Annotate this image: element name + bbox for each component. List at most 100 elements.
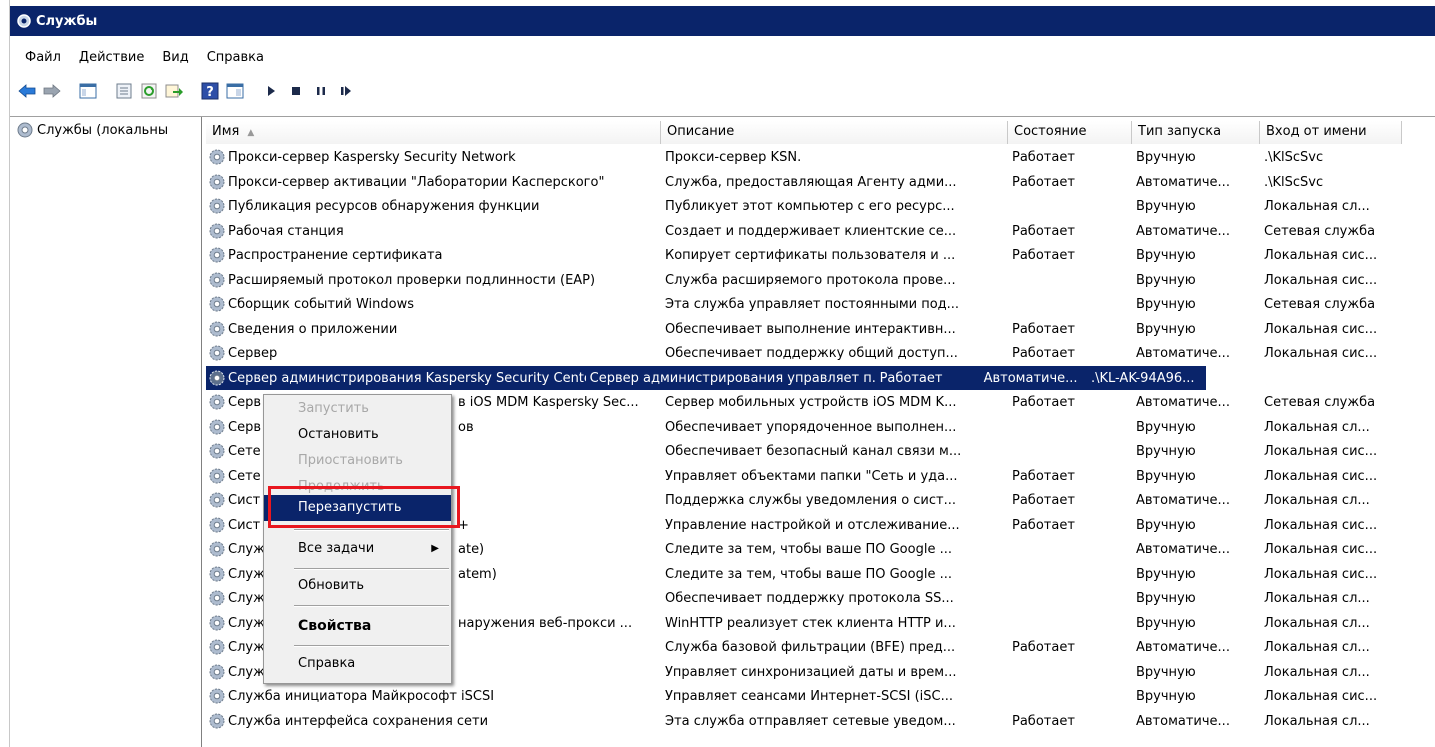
properties-button[interactable]	[113, 80, 135, 102]
services-window: Службы Файл Действие Вид Справка ? Служб…	[10, 0, 1435, 747]
table-row[interactable]: Сервер администрирования Kaspersky Secur…	[206, 366, 1206, 390]
table-row[interactable]: Служба инициатора Майкрософт iSCSI Управл…	[206, 684, 1402, 708]
service-name: Сервер администрирования Kaspersky Secur…	[228, 370, 586, 386]
service-name: Служ	[228, 541, 265, 557]
table-row[interactable]: Рабочая станция Создает и поддерживает кл…	[206, 219, 1402, 243]
table-row[interactable]: Распространение сертификата Копирует серт…	[206, 243, 1402, 267]
gear-icon	[209, 541, 225, 557]
toolbar-separator	[71, 80, 72, 102]
service-name: Публикация ресурсов обнаружения функции	[228, 198, 540, 214]
gear-icon	[209, 713, 225, 729]
service-description-cell: Управляет объектами папки "Сеть и уда...	[665, 468, 958, 484]
table-row[interactable]: Публикация ресурсов обнаружения функции П…	[206, 194, 1402, 218]
gear-icon	[209, 198, 225, 214]
view-button[interactable]	[224, 80, 246, 102]
refresh-button[interactable]	[138, 80, 160, 102]
service-startup-cell: Автоматиче...	[1136, 394, 1230, 410]
service-name: Серв	[228, 419, 261, 435]
column-header-state[interactable]: Состояние	[1008, 121, 1132, 144]
gear-icon	[209, 223, 225, 239]
service-description-cell: Следите за тем, чтобы ваше ПО Google ...	[665, 566, 952, 582]
column-header-description[interactable]: Описание	[661, 121, 1008, 144]
table-row[interactable]: Сведения о приложении Обеспечивает выполн…	[206, 317, 1402, 341]
service-name-cell: Распространение сертификата	[206, 246, 661, 264]
menu-action[interactable]: Действие	[70, 50, 153, 65]
desktop-edge	[0, 0, 10, 747]
service-name: Сборщик событий Windows	[228, 296, 414, 312]
context-menu-pause[interactable]: Приостановить	[264, 448, 451, 474]
service-description-cell: Поддержка службы уведомления о сист...	[665, 492, 957, 508]
menu-view[interactable]: Вид	[153, 50, 197, 65]
show-console-tree-button[interactable]	[77, 80, 99, 102]
service-startup-cell: Вручную	[1136, 247, 1196, 263]
table-row[interactable]: Расширяемый протокол проверки подлинност…	[206, 268, 1402, 292]
main-content: Службы (локальны Имя ▲ Описание Состояние…	[10, 116, 1435, 747]
service-startup-cell: Вручную	[1136, 296, 1196, 312]
back-button[interactable]	[16, 80, 38, 102]
service-name: Сведения о приложении	[228, 321, 398, 337]
service-name: Служба интерфейса сохранения сети	[228, 713, 489, 729]
toolbar-separator	[254, 80, 255, 102]
help-icon: ?	[201, 82, 219, 100]
start-service-button[interactable]	[260, 80, 282, 102]
restart-service-button[interactable]	[335, 80, 357, 102]
context-menu-start[interactable]: Запустить	[264, 396, 451, 422]
service-description-cell: Эта служба отправляет сетевые уведом...	[665, 713, 956, 729]
column-header-startup-type[interactable]: Тип запуска	[1132, 121, 1260, 144]
tree-item-services-local[interactable]: Службы (локальны	[16, 121, 198, 139]
service-name: Распространение сертификата	[228, 247, 443, 263]
menu-help[interactable]: Справка	[198, 50, 273, 65]
service-state-cell: Работает	[1012, 321, 1075, 337]
service-startup-cell: Вручную	[1136, 590, 1196, 606]
service-name-visible-tail: ate)	[458, 541, 485, 557]
service-startup-cell: Вручную	[1136, 468, 1196, 484]
service-state-cell: Работает	[1012, 517, 1075, 533]
gear-icon	[209, 345, 225, 361]
context-menu-properties[interactable]: Свойства	[264, 613, 451, 639]
service-logon-cell: Локальная сис...	[1264, 272, 1378, 288]
refresh-icon	[141, 83, 157, 99]
gear-icon	[209, 394, 225, 410]
table-row[interactable]: Прокси-сервер активации "Лаборатории Кас…	[206, 170, 1402, 194]
service-logon-cell: Локальная сис...	[1264, 321, 1378, 337]
help-button[interactable]: ?	[199, 80, 221, 102]
service-logon-cell: Локальная сл...	[1264, 713, 1370, 729]
export-list-button[interactable]	[163, 80, 185, 102]
column-header-logon-as[interactable]: Вход от имени	[1260, 121, 1402, 144]
table-row[interactable]: Сборщик событий Windows Эта служба управл…	[206, 292, 1402, 316]
service-description-cell: Обеспечивает поддержку общий доступ...	[665, 345, 958, 361]
context-menu-all-tasks[interactable]: Все задачи ▶	[264, 536, 451, 562]
table-row[interactable]: Прокси-сервер Kaspersky Security Network…	[206, 145, 1402, 169]
service-logon-cell: .\KlScSvc	[1264, 149, 1324, 165]
service-startup-cell: Автоматиче...	[1136, 541, 1230, 557]
service-logon-cell: .\KL-AK-94A96...	[1090, 370, 1195, 386]
context-menu-refresh[interactable]: Обновить	[264, 573, 451, 599]
service-state-cell: Работает	[1012, 713, 1075, 729]
gear-icon	[209, 688, 225, 704]
service-logon-cell: Локальная сис...	[1264, 517, 1378, 533]
service-name-visible-tail: в iOS MDM Kaspersky Sec...	[458, 394, 639, 410]
service-description-cell: Обеспечивает выполнение интерактивн...	[665, 321, 956, 337]
context-menu-help[interactable]: Справка	[264, 651, 451, 677]
service-startup-cell: Автоматиче...	[1136, 174, 1230, 190]
menu-file[interactable]: Файл	[16, 50, 70, 65]
service-name-cell: Служба интерфейса сохранения сети	[206, 712, 661, 730]
play-icon	[268, 86, 275, 96]
service-description-cell: Публикует этот компьютер с его ресурс...	[665, 198, 955, 214]
service-description-cell: Служба расширяемого протокола прове...	[665, 272, 956, 288]
gear-icon	[209, 639, 225, 655]
pause-service-button[interactable]	[310, 80, 332, 102]
title-bar[interactable]: Службы	[10, 6, 1435, 36]
column-header-name[interactable]: Имя ▲	[206, 121, 661, 144]
gear-icon	[209, 664, 225, 680]
service-startup-cell: Автоматиче...	[1136, 223, 1230, 239]
stop-service-button[interactable]	[285, 80, 307, 102]
context-menu-stop[interactable]: Остановить	[264, 422, 451, 448]
service-startup-cell: Автоматиче...	[1136, 345, 1230, 361]
service-logon-cell: Локальная сис...	[1264, 443, 1378, 459]
list-header: Имя ▲ Описание Состояние Тип запуска Вход…	[206, 121, 1402, 144]
table-row[interactable]: Сервер Обеспечивает поддержку общий досту…	[206, 341, 1402, 365]
gear-icon	[17, 122, 33, 138]
table-row[interactable]: Служба интерфейса сохранения сети Эта слу…	[206, 709, 1402, 733]
forward-button[interactable]	[41, 80, 63, 102]
